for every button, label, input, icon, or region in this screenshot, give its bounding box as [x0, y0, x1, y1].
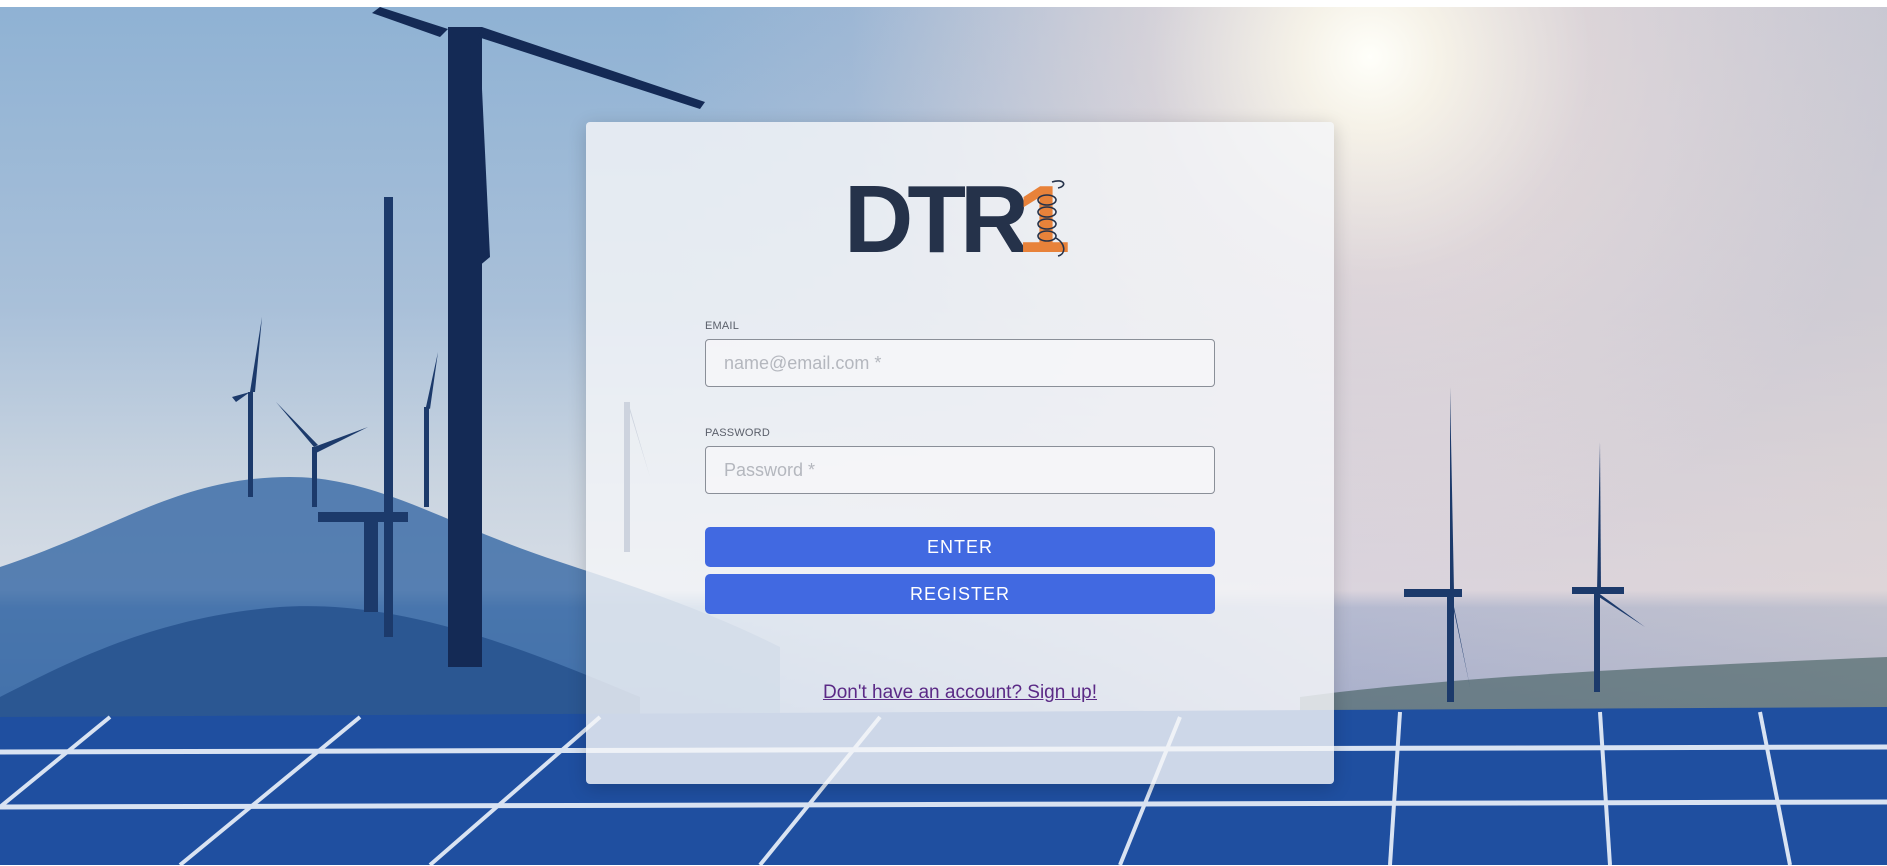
login-card: DTR 1 EMAIL PASSWORD ENTER REGISTER Don'…: [586, 122, 1334, 784]
password-label: PASSWORD: [705, 427, 770, 439]
logo-text: DTR: [844, 172, 1028, 262]
password-input[interactable]: [705, 446, 1215, 494]
signup-link[interactable]: Don't have an account? Sign up!: [586, 682, 1334, 704]
enter-button[interactable]: ENTER: [705, 527, 1215, 567]
dtr1-logo: DTR 1: [844, 172, 1070, 262]
email-input[interactable]: [705, 339, 1215, 387]
register-button[interactable]: REGISTER: [705, 574, 1215, 614]
email-label: EMAIL: [705, 320, 740, 332]
